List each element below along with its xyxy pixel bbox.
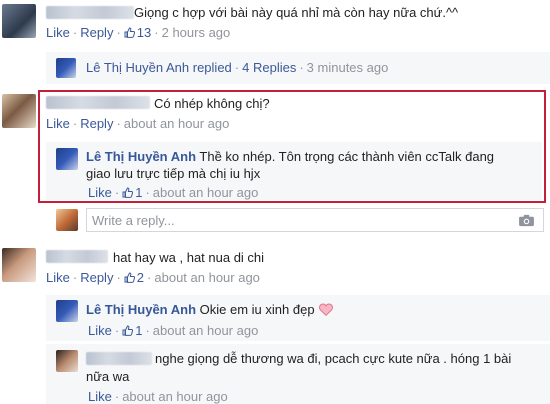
comment-text: Có nhép không chị? xyxy=(154,96,270,111)
blurred-username xyxy=(46,96,150,109)
reply-text-line2: giao lưu trực tiếp mà chị iu hjx xyxy=(86,166,261,181)
reply-text-line1: Lê Thị Huyền Anh Thề ko nhép. Tôn trọng … xyxy=(86,149,494,164)
thumbs-up-icon xyxy=(122,187,134,198)
camera-icon[interactable] xyxy=(518,214,535,227)
like-link[interactable]: Like xyxy=(46,25,70,40)
separator: · xyxy=(72,25,78,40)
like-count-value: 2 xyxy=(136,270,145,285)
like-link[interactable]: Like xyxy=(46,116,70,131)
heart-icon xyxy=(318,303,333,316)
avatar[interactable] xyxy=(2,4,36,38)
like-count-value: 1 xyxy=(135,323,143,338)
separator: · xyxy=(116,270,121,285)
avatar[interactable] xyxy=(2,248,36,282)
separator: · xyxy=(145,185,150,200)
separator: · xyxy=(116,116,121,131)
timestamp[interactable]: about an hour ago xyxy=(153,185,259,200)
timestamp[interactable]: about an hour ago xyxy=(153,323,259,338)
avatar[interactable] xyxy=(56,350,78,372)
like-count[interactable]: 13 xyxy=(124,25,151,40)
avatar[interactable] xyxy=(2,94,36,128)
separator: · xyxy=(154,25,159,40)
view-replies-link[interactable]: 4 Replies xyxy=(242,60,296,75)
blurred-username xyxy=(46,250,108,263)
separator: · xyxy=(114,389,120,404)
replier-name[interactable]: Lê Thị Huyền Anh xyxy=(86,302,196,317)
reply-link[interactable]: Reply xyxy=(80,25,113,40)
separator: · xyxy=(72,270,78,285)
thumbs-up-icon xyxy=(124,27,135,38)
timestamp[interactable]: 2 hours ago xyxy=(162,25,231,40)
write-reply-placeholder: Write a reply... xyxy=(92,213,175,228)
like-count[interactable]: 1 xyxy=(122,323,142,338)
like-link[interactable]: Like xyxy=(46,270,70,285)
separator: · xyxy=(114,323,120,338)
reply-actions: Like · 1 · about an hour ago xyxy=(88,323,258,338)
like-count-value: 13 xyxy=(136,25,152,40)
like-link[interactable]: Like xyxy=(88,185,112,200)
comment-text: Giọng c hợp với bài này quá nhỉ mà còn h… xyxy=(134,5,459,20)
separator: · xyxy=(72,116,78,131)
blurred-username xyxy=(86,352,152,365)
reply-text: Okie em iu xinh đẹp xyxy=(199,302,315,317)
replied-label: replied xyxy=(192,60,232,75)
separator: · xyxy=(145,323,150,338)
avatar xyxy=(56,58,76,78)
like-link[interactable]: Like xyxy=(88,323,112,338)
like-link[interactable]: Like xyxy=(88,389,112,404)
like-count-value: 1 xyxy=(135,185,143,200)
reply-actions: Like · 1 · about an hour ago xyxy=(88,185,258,200)
timestamp[interactable]: about an hour ago xyxy=(122,389,228,404)
thumbs-up-icon xyxy=(124,272,135,283)
comment-actions: Like · Reply · about an hour ago xyxy=(46,116,229,131)
write-reply-input[interactable]: Write a reply... xyxy=(86,208,544,232)
separator: · xyxy=(116,25,121,40)
comment-actions: Like · Reply · 2 · about an hour ago xyxy=(46,270,260,285)
reply-text-line1: nghe giọng dễ thương wa đi, pcach cực ku… xyxy=(155,351,512,366)
separator: · xyxy=(234,60,240,75)
reply-link[interactable]: Reply xyxy=(80,116,113,131)
reply-actions: Like · about an hour ago xyxy=(88,389,228,404)
separator: · xyxy=(147,270,152,285)
separator: · xyxy=(299,60,304,75)
like-count[interactable]: 2 xyxy=(124,270,144,285)
replier-name[interactable]: Lê Thị Huyền Anh xyxy=(86,149,196,164)
comment-actions: Like · Reply · 13 · 2 hours ago xyxy=(46,25,230,40)
blurred-username xyxy=(46,6,134,19)
timestamp[interactable]: 3 minutes ago xyxy=(307,60,389,75)
avatar[interactable] xyxy=(56,300,78,322)
replier-name[interactable]: Lê Thị Huyền Anh xyxy=(86,60,189,75)
avatar xyxy=(56,209,78,231)
reply-text-line2: nữa wa xyxy=(86,369,130,384)
timestamp[interactable]: about an hour ago xyxy=(154,270,260,285)
replies-summary-text: Lê Thị Huyền Anh replied · 4 Replies · 3 min… xyxy=(86,60,388,75)
reply-text-line: Lê Thị Huyền Anh Okie em iu xinh đẹp xyxy=(86,302,333,317)
timestamp[interactable]: about an hour ago xyxy=(124,116,230,131)
reply-text: Thề ko nhép. Tôn trọng các thành viên cc… xyxy=(199,149,495,164)
thumbs-up-icon xyxy=(122,325,134,336)
comment-text: hat hay wa , hat nua di chi xyxy=(113,250,265,265)
reply-link[interactable]: Reply xyxy=(80,270,113,285)
avatar[interactable] xyxy=(56,148,78,170)
like-count[interactable]: 1 xyxy=(122,185,142,200)
separator: · xyxy=(114,185,120,200)
